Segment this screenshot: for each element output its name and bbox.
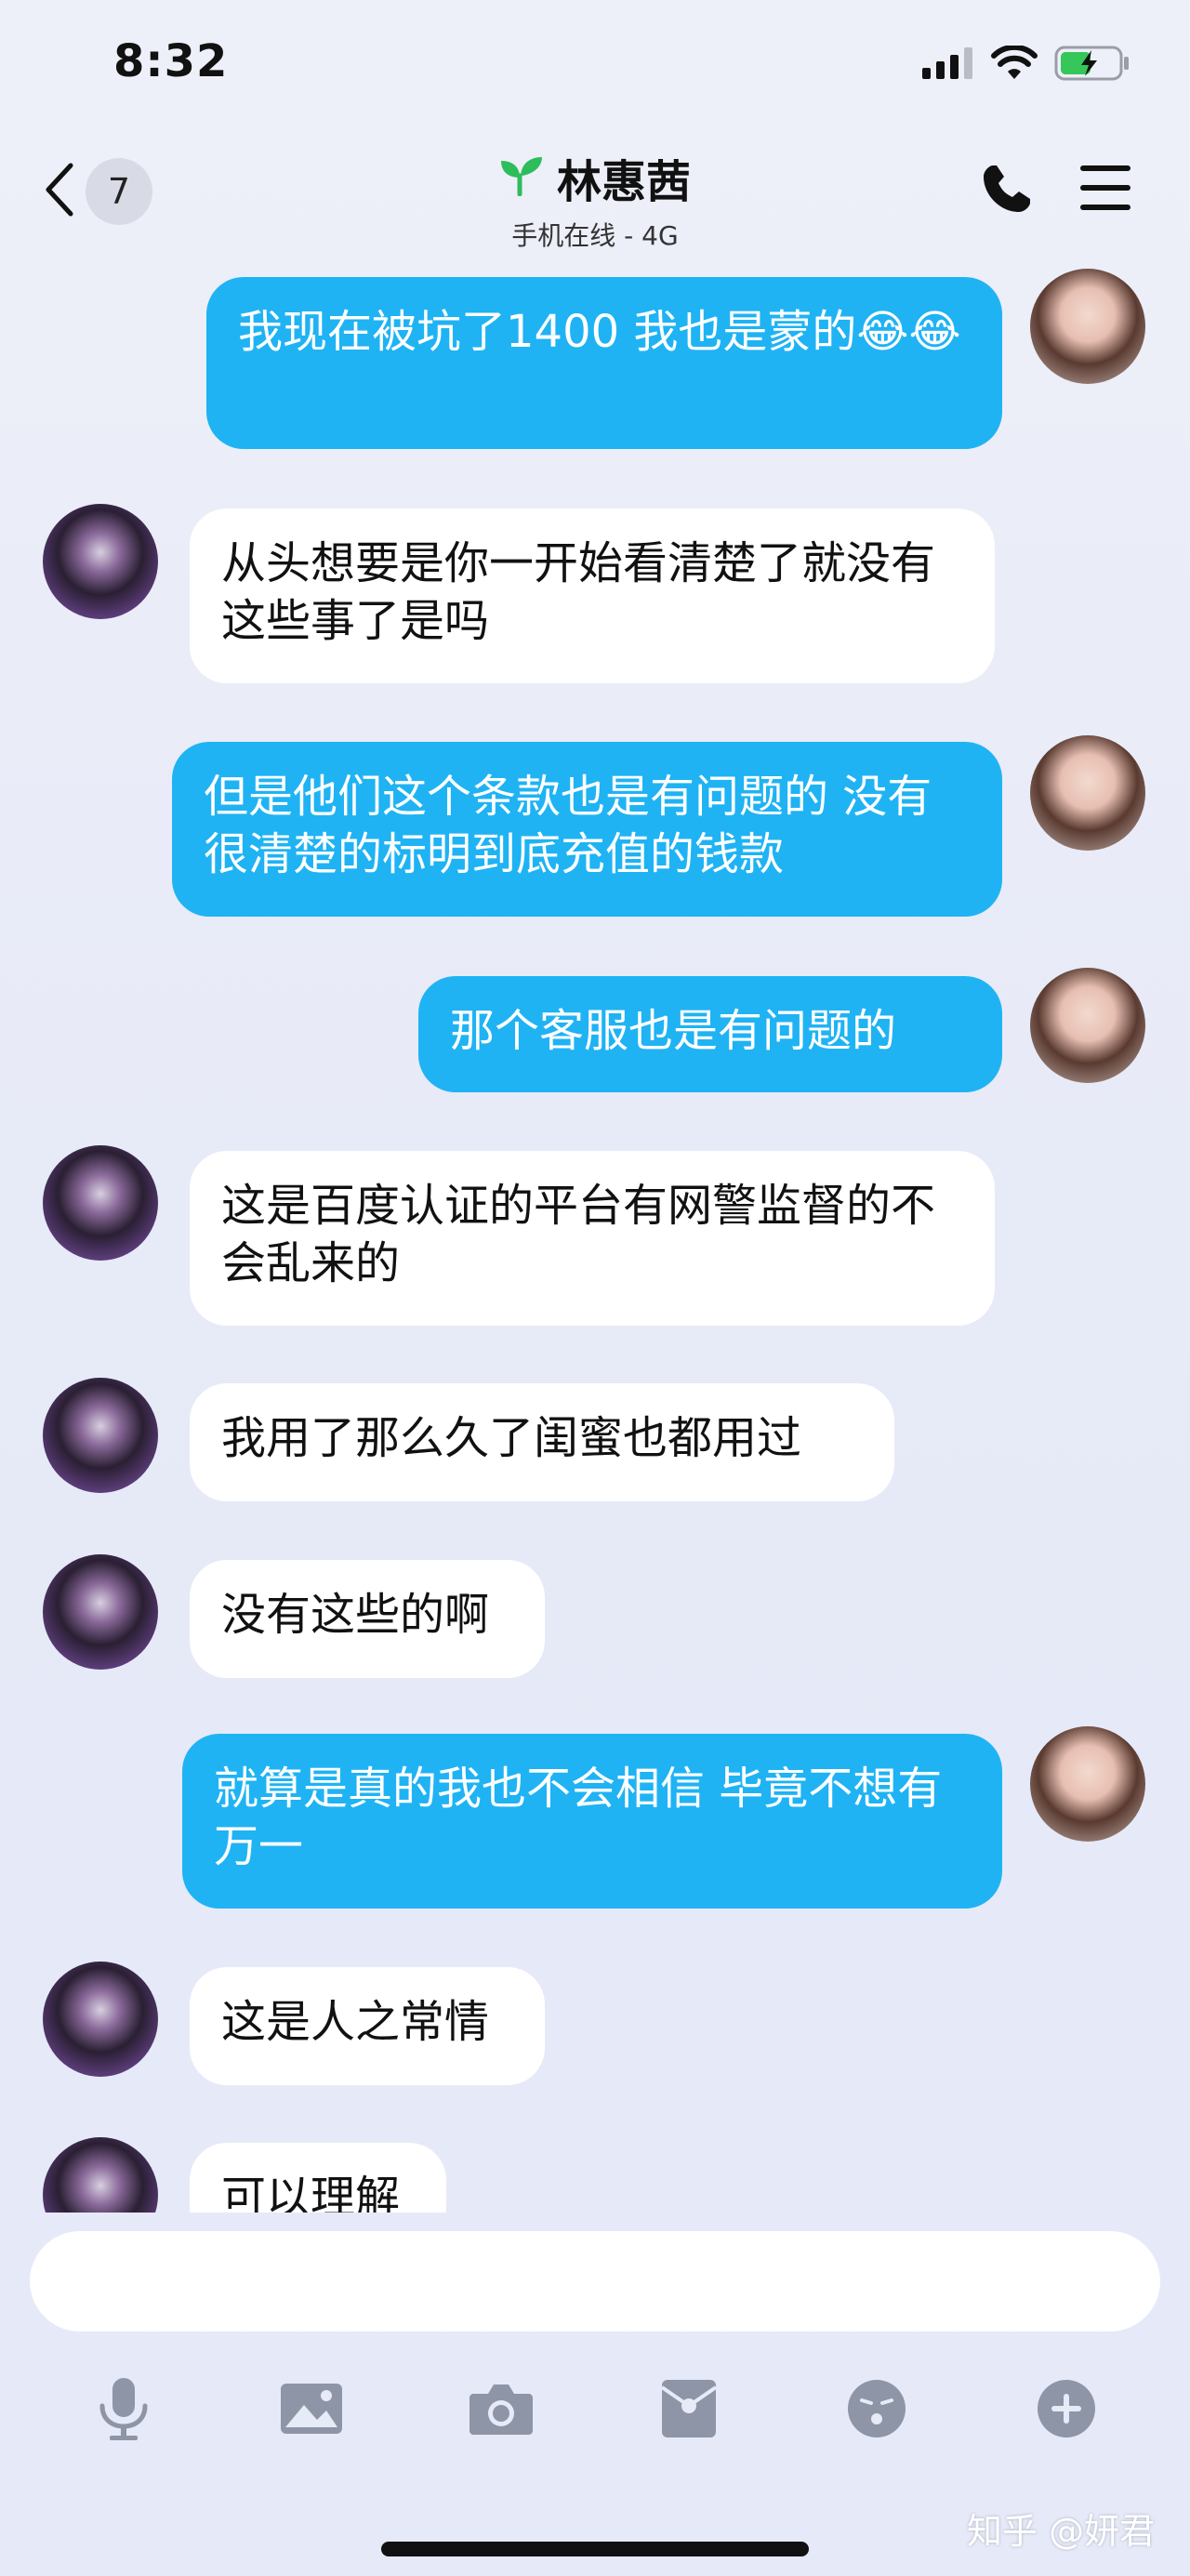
menu-button[interactable] (1078, 164, 1132, 216)
red-packet-button[interactable] (647, 2369, 731, 2452)
my-avatar[interactable] (1030, 968, 1145, 1083)
message-list[interactable]: 我现在被坑了1400 我也是蒙的😂😂 从头想要是你一开始看清楚了就没有这些事了是… (0, 256, 1190, 2213)
cellular-signal-icon (922, 47, 974, 83)
message-bubble[interactable]: 这是百度认证的平台有网警监督的不会乱来的 (190, 1151, 995, 1326)
message-bubble[interactable]: 就算是真的我也不会相信 毕竟不想有万一 (182, 1734, 1002, 1909)
status-time: 8:32 (113, 35, 229, 87)
chat-header: 7 林惠茜 手机在线 - 4G (0, 139, 1190, 256)
message-bubble[interactable]: 但是他们这个条款也是有问题的 没有很清楚的标明到底充值的钱款 (172, 742, 1002, 917)
camera-button[interactable] (459, 2369, 543, 2452)
message-bubble[interactable]: 那个客服也是有问题的 (418, 976, 1002, 1092)
image-icon (278, 2381, 345, 2440)
contact-avatar[interactable] (43, 1962, 158, 2077)
battery-icon (1054, 45, 1130, 86)
wifi-icon (991, 44, 1038, 85)
contact-avatar[interactable] (43, 504, 158, 619)
contact-avatar[interactable] (43, 1145, 158, 1261)
my-avatar[interactable] (1030, 269, 1145, 384)
contact-avatar[interactable] (43, 2137, 158, 2213)
microphone-icon (95, 2376, 152, 2445)
status-icons (922, 44, 1130, 86)
message-bubble[interactable]: 没有这些的啊 (190, 1560, 545, 1678)
status-bar: 8:32 (0, 0, 1190, 139)
red-packet-icon (660, 2378, 718, 2443)
message-bubble[interactable]: 我现在被坑了1400 我也是蒙的😂😂 (206, 277, 1002, 449)
more-button[interactable] (1025, 2369, 1108, 2452)
message-bubble[interactable]: 这是人之常情 (190, 1967, 545, 2085)
contact-avatar[interactable] (43, 1554, 158, 1670)
message-bubble[interactable]: 可以理解 (190, 2143, 446, 2213)
call-button[interactable] (980, 162, 1034, 219)
plus-icon (1036, 2378, 1097, 2443)
phone-icon (980, 165, 1034, 219)
my-avatar[interactable] (1030, 735, 1145, 851)
message-bubble[interactable]: 从头想要是你一开始看清楚了就没有这些事了是吗 (190, 509, 995, 683)
camera-icon (468, 2381, 535, 2440)
voice-button[interactable] (82, 2369, 165, 2452)
my-avatar[interactable] (1030, 1726, 1145, 1842)
hamburger-menu-icon (1078, 165, 1132, 216)
album-button[interactable] (270, 2369, 353, 2452)
sprout-icon (499, 155, 544, 200)
home-indicator[interactable] (381, 2542, 809, 2556)
emoji-icon (846, 2378, 907, 2443)
contact-avatar[interactable] (43, 1378, 158, 1493)
input-toolbar (0, 2369, 1190, 2462)
emoji-button[interactable] (835, 2369, 919, 2452)
message-bubble[interactable]: 我用了那么久了闺蜜也都用过 (190, 1383, 894, 1501)
input-area: 知乎 @妍君 (0, 2213, 1190, 2576)
watermark: 知乎 @妍君 (967, 2511, 1156, 2552)
contact-name: 林惠茜 (556, 156, 691, 208)
contact-status: 手机在线 - 4G (511, 220, 679, 251)
message-input[interactable] (30, 2231, 1160, 2332)
